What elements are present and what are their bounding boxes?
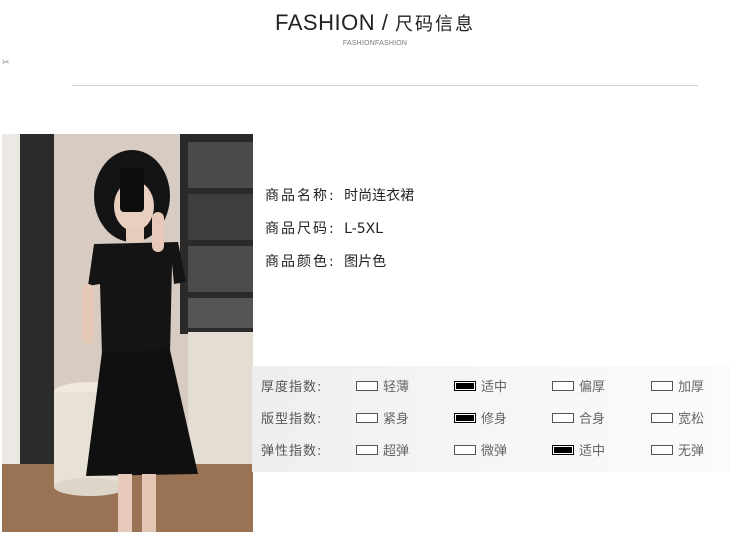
- option-label: 无弹: [678, 444, 705, 459]
- info-value: 时尚连衣裙: [344, 188, 415, 204]
- checkbox-checked: [552, 445, 574, 455]
- checkbox: [356, 445, 378, 455]
- scissors-icon: ✂: [2, 58, 10, 68]
- option-label: 加厚: [678, 380, 705, 395]
- option-label: 超弹: [383, 444, 410, 459]
- checkbox: [651, 445, 673, 455]
- checkbox: [454, 445, 476, 455]
- checkbox-checked: [454, 381, 476, 391]
- checkbox-checked: [454, 413, 476, 423]
- title-en: FASHION: [275, 10, 376, 35]
- header: FASHION / 尺码信息 FASHIONFASHION: [0, 10, 750, 47]
- checkbox: [651, 413, 673, 423]
- index-label: 弹性指数:: [261, 444, 323, 459]
- title-cn: 尺码信息: [394, 14, 475, 35]
- option-label: 紧身: [383, 412, 410, 427]
- option-label: 合身: [579, 412, 606, 427]
- info-value: L-5XL: [344, 221, 384, 237]
- option-label: 偏厚: [579, 380, 606, 395]
- page-title: FASHION / 尺码信息: [0, 10, 750, 36]
- index-row-elasticity: 弹性指数: 超弹 微弹 适中 无弹: [252, 432, 730, 464]
- option-label: 微弹: [481, 444, 508, 459]
- info-label: 商品颜色: [265, 254, 329, 270]
- info-row-color: 商品颜色: 图片色: [265, 254, 387, 270]
- title-separator: /: [381, 10, 389, 35]
- checkbox: [356, 413, 378, 423]
- option-label: 适中: [481, 380, 508, 395]
- info-label: 商品名称: [265, 188, 329, 204]
- info-label: 商品尺码: [265, 221, 329, 237]
- info-row-name: 商品名称: 时尚连衣裙: [265, 188, 415, 204]
- option-label: 修身: [481, 412, 508, 427]
- page-subtitle: FASHIONFASHION: [342, 40, 408, 47]
- index-table: 厚度指数: 轻薄 适中 偏厚 加厚 版型指数: 紧身 修身 合身 宽松 弹性指数…: [252, 366, 730, 472]
- index-label: 版型指数:: [261, 412, 323, 427]
- checkbox: [356, 381, 378, 391]
- option-label: 宽松: [678, 412, 705, 427]
- index-row-fit: 版型指数: 紧身 修身 合身 宽松: [252, 400, 730, 432]
- checkbox: [552, 413, 574, 423]
- info-row-size: 商品尺码: L-5XL: [265, 221, 384, 237]
- product-info: 商品名称: 时尚连衣裙 商品尺码: L-5XL 商品颜色: 图片色: [265, 185, 414, 284]
- option-label: 轻薄: [383, 380, 410, 395]
- index-row-thickness: 厚度指数: 轻薄 适中 偏厚 加厚: [252, 368, 730, 400]
- option-label: 适中: [579, 444, 606, 459]
- info-value: 图片色: [344, 254, 387, 270]
- product-photo: [2, 134, 253, 532]
- checkbox: [552, 381, 574, 391]
- index-label: 厚度指数:: [261, 380, 323, 395]
- header-divider: [72, 85, 698, 86]
- checkbox: [651, 381, 673, 391]
